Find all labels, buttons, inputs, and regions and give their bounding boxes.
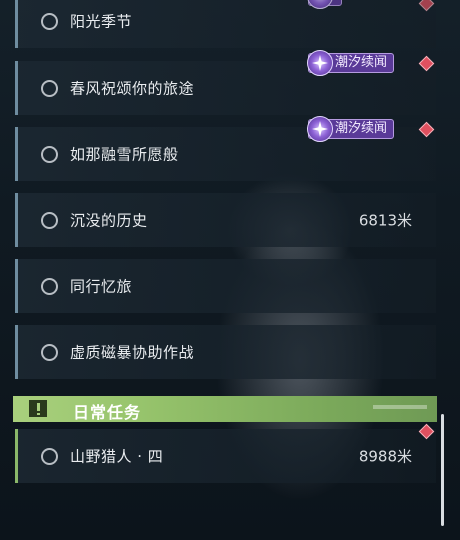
quest-title: 阳光季节 bbox=[70, 12, 133, 31]
section-title: 日常任务 bbox=[73, 403, 142, 422]
quest-item[interactable]: 沉没的历史 6813米 bbox=[15, 193, 436, 247]
quest-list: 阳光季节 春风祝颂你的旅途 潮汐续闻 如那融雪所愿般 潮汐续闻 沉没的历史 68… bbox=[0, 0, 460, 540]
quest-item[interactable]: 山野猎人 · 四 8988米 bbox=[15, 429, 436, 483]
radio-circle-icon[interactable] bbox=[41, 212, 58, 229]
daily-section-header[interactable]: 日常任务 bbox=[13, 396, 437, 422]
quest-distance: 6813米 bbox=[358, 211, 412, 230]
quest-title: 虚质磁暴协助作战 bbox=[70, 343, 195, 362]
radio-circle-icon[interactable] bbox=[41, 13, 58, 30]
quest-badge: 潮汐续闻 bbox=[307, 116, 395, 142]
badge-label: 潮汐续闻 bbox=[335, 55, 388, 70]
quest-item[interactable]: 同行忆旅 bbox=[15, 259, 436, 313]
radio-circle-icon[interactable] bbox=[41, 146, 58, 163]
radio-circle-icon[interactable] bbox=[41, 278, 58, 295]
radio-circle-icon[interactable] bbox=[41, 344, 58, 361]
radio-circle-icon[interactable] bbox=[41, 448, 58, 465]
sparkle-icon bbox=[307, 116, 333, 142]
quest-title: 春风祝颂你的旅途 bbox=[70, 79, 195, 98]
sparkle-icon bbox=[307, 50, 333, 76]
section-decoration bbox=[373, 405, 427, 409]
quest-item[interactable]: 阳光季节 bbox=[15, 0, 436, 48]
quest-badge: 潮汐续闻 bbox=[307, 50, 395, 76]
quest-title: 沉没的历史 bbox=[70, 211, 148, 230]
exclamation-icon bbox=[29, 400, 47, 417]
scrollbar-thumb[interactable] bbox=[441, 414, 444, 526]
quest-distance: 8988米 bbox=[358, 447, 412, 466]
quest-badge bbox=[307, 0, 342, 9]
quest-title: 同行忆旅 bbox=[70, 277, 133, 296]
radio-circle-icon[interactable] bbox=[41, 80, 58, 97]
quest-title: 山野猎人 · 四 bbox=[70, 447, 164, 466]
quest-title: 如那融雪所愿般 bbox=[70, 145, 179, 164]
quest-item[interactable]: 虚质磁暴协助作战 bbox=[15, 325, 436, 379]
badge-label: 潮汐续闻 bbox=[335, 121, 388, 136]
